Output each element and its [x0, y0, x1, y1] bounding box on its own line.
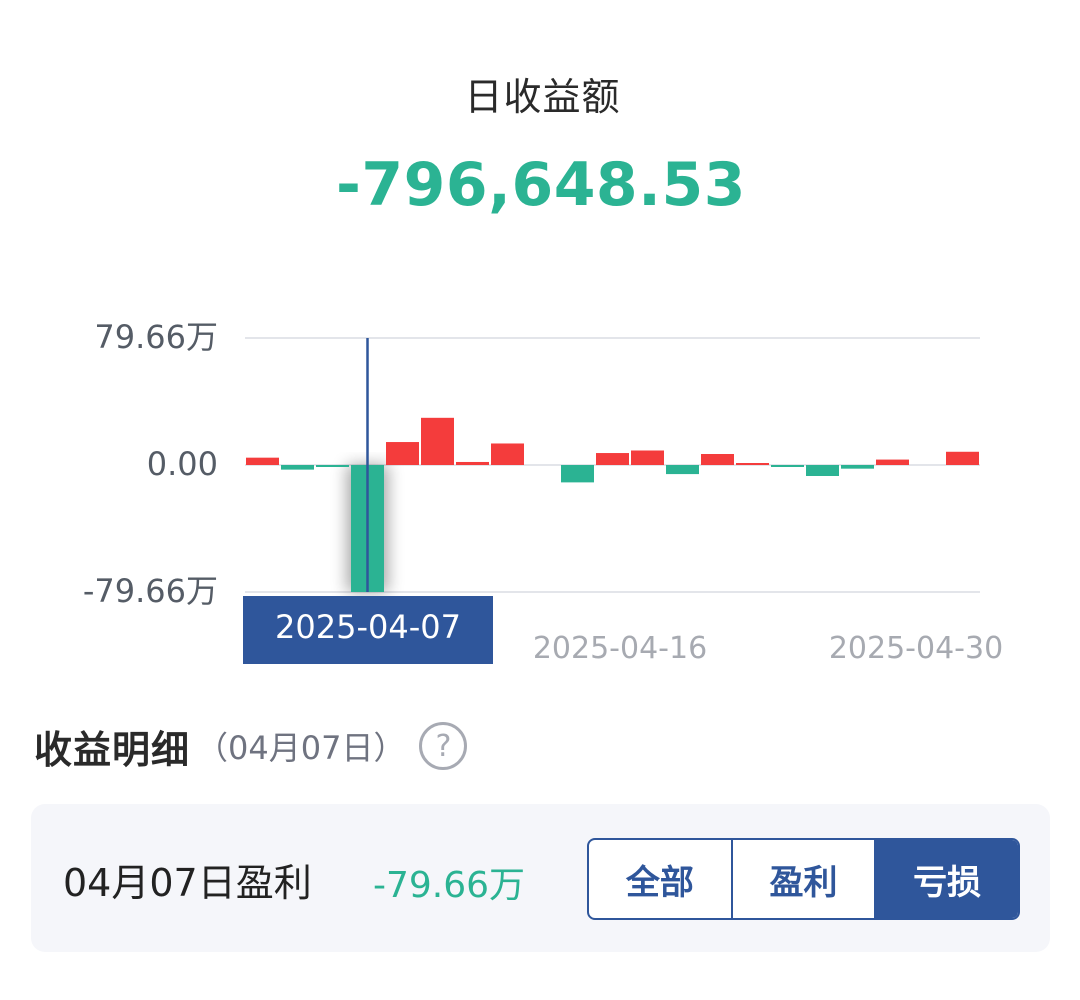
detail-section-title: 收益明细 — [34, 727, 191, 772]
filter-segmented-control: 全部 盈利 亏损 — [587, 838, 1020, 920]
daily-profit-bar-chart[interactable]: 79.66万 0.00 -79.66万 2025-04-16 2025-04-30 — [0, 300, 1080, 680]
y-axis-tick-label: -79.66万 — [83, 572, 218, 610]
y-axis-tick-label: 79.66万 — [94, 318, 218, 356]
question-circle-icon[interactable]: ? — [419, 722, 468, 770]
bar-2025-04-17[interactable] — [631, 450, 664, 465]
bar-2025-04-01[interactable] — [246, 457, 279, 465]
bar-2025-04-09[interactable] — [421, 417, 454, 465]
daily-profit-title: 日收益额 — [464, 75, 621, 119]
detail-card: 04月07日盈利 -79.66万 全部 盈利 亏损 — [31, 804, 1050, 952]
bar-2025-04-28[interactable] — [876, 459, 909, 465]
bar-2025-04-08[interactable] — [386, 442, 419, 465]
detail-section-date: （04月07日） — [196, 729, 406, 767]
bar-2025-04-02[interactable] — [281, 465, 314, 470]
bar-2025-04-23[interactable] — [771, 465, 804, 467]
page: 日收益额 -796,648.53 79.66万 0.00 -79.66万 2025-… — [0, 0, 1080, 1000]
filter-profit-button[interactable]: 盈利 — [733, 840, 877, 918]
bar-2025-04-16[interactable] — [596, 453, 629, 465]
bar-2025-04-10[interactable] — [456, 461, 489, 465]
bar-2025-04-18[interactable] — [666, 465, 699, 475]
x-axis-tick-label: 2025-04-16 — [533, 631, 707, 666]
selected-date-tooltip: 2025-04-07 — [243, 596, 493, 664]
bar-2025-04-15[interactable] — [561, 465, 594, 483]
bar-2025-04-25[interactable] — [841, 465, 874, 469]
bar-2025-04-11[interactable] — [491, 443, 524, 465]
detail-section-header: 收益明细 （04月07日） ? — [34, 718, 468, 774]
bar-2025-04-30[interactable] — [946, 451, 979, 465]
bar-2025-04-24[interactable] — [806, 465, 839, 477]
bar-2025-04-22[interactable] — [736, 463, 769, 465]
daily-profit-amount: -796,648.53 — [336, 150, 746, 220]
bar-2025-04-21[interactable] — [701, 453, 734, 465]
x-axis-tick-label: 2025-04-30 — [829, 631, 1003, 666]
bar-2025-04-03[interactable] — [316, 465, 349, 467]
detail-row-label: 04月07日盈利 — [63, 861, 312, 905]
y-axis-tick-label: 0.00 — [147, 445, 218, 483]
filter-loss-button[interactable]: 亏损 — [876, 840, 1018, 918]
detail-row-value: -79.66万 — [373, 865, 526, 906]
filter-all-button[interactable]: 全部 — [589, 840, 733, 918]
